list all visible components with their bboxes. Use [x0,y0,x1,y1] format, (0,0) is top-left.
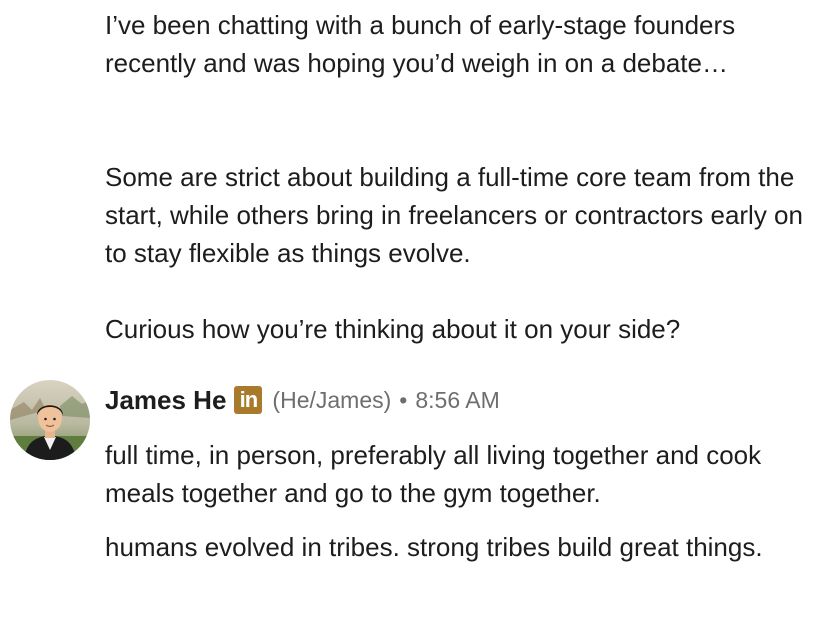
sender-pronouns: (He/James) [272,386,392,413]
reply-paragraph: humans evolved in tribes. strong tribes … [105,532,763,562]
message-paragraph: I’ve been chatting with a bunch of early… [105,10,736,78]
message-paragraph: Curious how you’re thinking about it on … [105,314,681,344]
profile-photo-icon [10,380,90,460]
message-timestamp: 8:56 AM [415,386,500,413]
message-paragraph: Some are strict about building a full-ti… [105,162,803,268]
avatar[interactable] [10,380,90,460]
sender-name[interactable]: James He [105,385,226,416]
reply-paragraph: full time, in person, preferably all liv… [105,440,762,508]
reply-header: James He in (He/James) • 8:56 AM [105,380,500,420]
separator-dot: • [399,386,408,413]
linkedin-icon: in [234,386,263,414]
